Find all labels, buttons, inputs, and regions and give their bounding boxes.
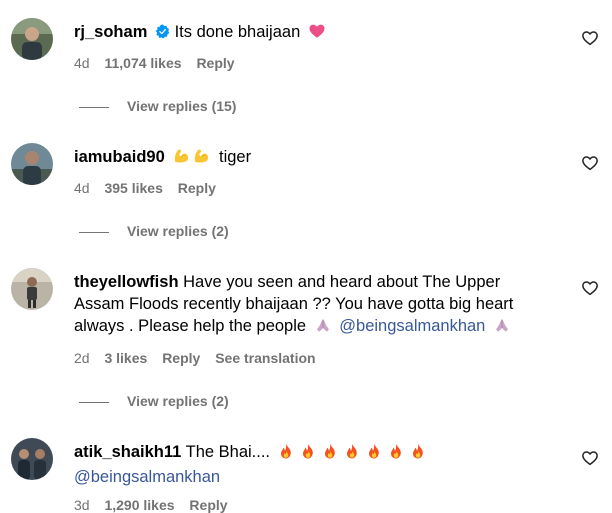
reply-button[interactable]: Reply — [162, 350, 200, 366]
replies-divider — [79, 106, 109, 108]
avatar[interactable] — [11, 268, 53, 310]
likes-count[interactable]: 11,074 likes — [104, 55, 181, 71]
username[interactable]: rj_soham — [74, 23, 147, 41]
see-translation-button[interactable]: See translation — [215, 350, 315, 366]
comment-age: 3d — [74, 497, 90, 513]
comment-text: tiger — [218, 148, 252, 166]
mention-link[interactable]: @beingsalmankhan — [339, 317, 485, 335]
fire-emoji — [277, 442, 295, 466]
mention-link[interactable]: @beingsalmankhan — [74, 468, 220, 486]
username[interactable]: iamubaid90 — [74, 148, 165, 166]
fire-emoji — [321, 442, 339, 466]
reply-button[interactable]: Reply — [196, 55, 234, 71]
flexed-biceps-emoji — [192, 146, 211, 171]
comment-body: rj_soham Its done bhaijaan — [74, 21, 564, 46]
fire-emoji — [365, 442, 383, 466]
reply-button[interactable]: Reply — [178, 180, 216, 196]
folded-hands-emoji — [493, 316, 511, 340]
comment-body: iamubaid90 tiger — [74, 146, 564, 171]
view-replies-label: View replies (15) — [127, 98, 237, 114]
heart-outline-icon[interactable] — [581, 154, 599, 172]
comment-meta: 3d 1,290 likes Reply — [74, 497, 239, 513]
fire-emoji — [299, 442, 317, 466]
username[interactable]: atik_shaikh11 — [74, 443, 181, 461]
fire-emoji-row — [275, 443, 429, 461]
comment-age: 2d — [74, 350, 90, 366]
view-replies-button[interactable]: View replies (2) — [79, 223, 229, 239]
comment-body: theyellowfish Have you seen and heard ab… — [74, 271, 544, 340]
view-replies-label: View replies (2) — [127, 223, 229, 239]
comment-meta: 2d 3 likes Reply See translation — [74, 350, 327, 366]
verified-badge-icon — [155, 23, 170, 45]
view-replies-button[interactable]: View replies (2) — [79, 393, 229, 409]
comment-meta: 4d 11,074 likes Reply — [74, 55, 246, 71]
folded-hands-emoji — [314, 316, 332, 340]
likes-count[interactable]: 3 likes — [104, 350, 147, 366]
likes-count[interactable]: 395 likes — [104, 180, 162, 196]
comment-text: The Bhai.... — [185, 443, 271, 461]
pink-heart-emoji — [308, 22, 326, 46]
comment-body: atik_shaikh11 The Bhai.... @beingsalmank… — [74, 441, 564, 488]
avatar[interactable] — [11, 438, 53, 480]
heart-outline-icon[interactable] — [581, 279, 599, 297]
fire-emoji — [387, 442, 405, 466]
reply-button[interactable]: Reply — [189, 497, 227, 513]
replies-divider — [79, 231, 109, 233]
avatar[interactable] — [11, 18, 53, 60]
comment-age: 4d — [74, 180, 90, 196]
comment-meta: 4d 395 likes Reply — [74, 180, 227, 196]
likes-count[interactable]: 1,290 likes — [104, 497, 174, 513]
comment-text: Its done bhaijaan — [174, 23, 301, 41]
heart-outline-icon[interactable] — [581, 29, 599, 47]
heart-outline-icon[interactable] — [581, 449, 599, 467]
avatar[interactable] — [11, 143, 53, 185]
username[interactable]: theyellowfish — [74, 273, 179, 291]
view-replies-button[interactable]: View replies (15) — [79, 98, 236, 114]
view-replies-label: View replies (2) — [127, 393, 229, 409]
fire-emoji — [409, 442, 427, 466]
comment-age: 4d — [74, 55, 90, 71]
flexed-biceps-emoji — [172, 146, 191, 171]
fire-emoji — [343, 442, 361, 466]
replies-divider — [79, 401, 109, 403]
